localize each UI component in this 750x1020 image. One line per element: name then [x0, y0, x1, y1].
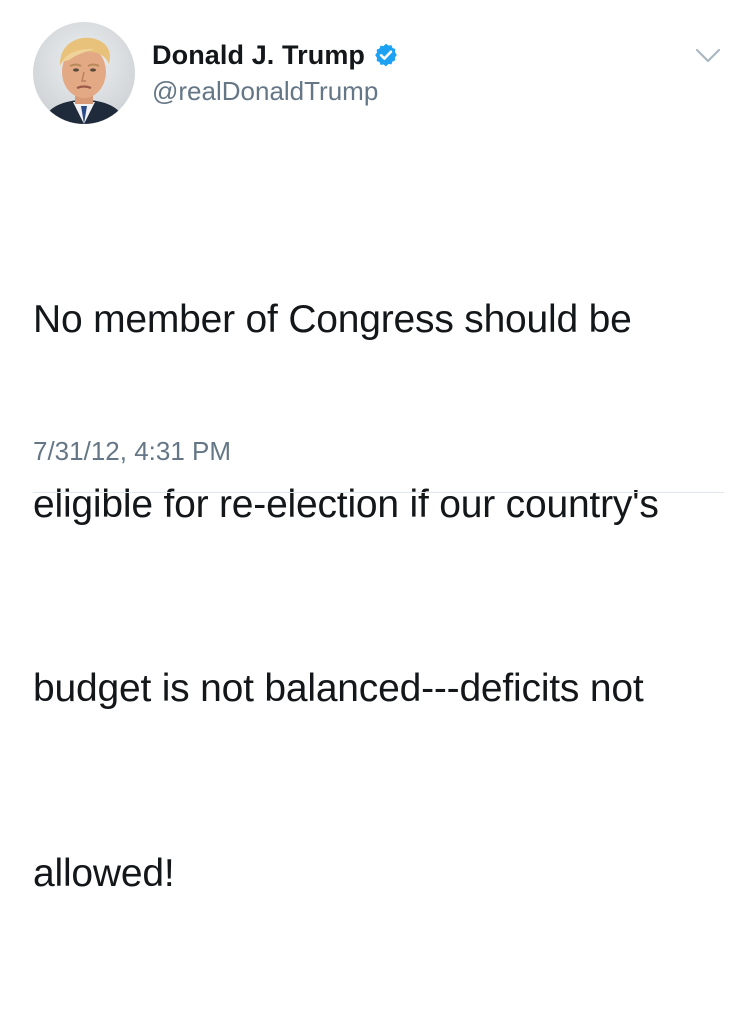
avatar-image — [33, 22, 135, 124]
tweet-text-line: No member of Congress should be — [33, 298, 632, 341]
author-display-name[interactable]: Donald J. Trump — [152, 40, 365, 71]
tweet-text-line: eligible for re-election if our country'… — [33, 482, 659, 526]
tweet-text-line: allowed! — [33, 851, 175, 895]
tweet-text: No member of Congress should be eligible… — [33, 166, 723, 1020]
avatar[interactable] — [33, 22, 135, 124]
author-name-row: Donald J. Trump — [152, 36, 399, 74]
tweet-text-line: budget is not balanced---deficits not — [33, 667, 644, 710]
author-handle[interactable]: @realDonaldTrump — [152, 76, 378, 107]
verified-badge-icon — [373, 42, 399, 68]
tweet-timestamp[interactable]: 7/31/12, 4:31 PM — [33, 436, 231, 467]
chevron-down-icon[interactable] — [694, 46, 722, 66]
tweet-card: Donald J. Trump @realDonaldTrump No memb… — [0, 0, 750, 895]
divider — [33, 492, 724, 493]
